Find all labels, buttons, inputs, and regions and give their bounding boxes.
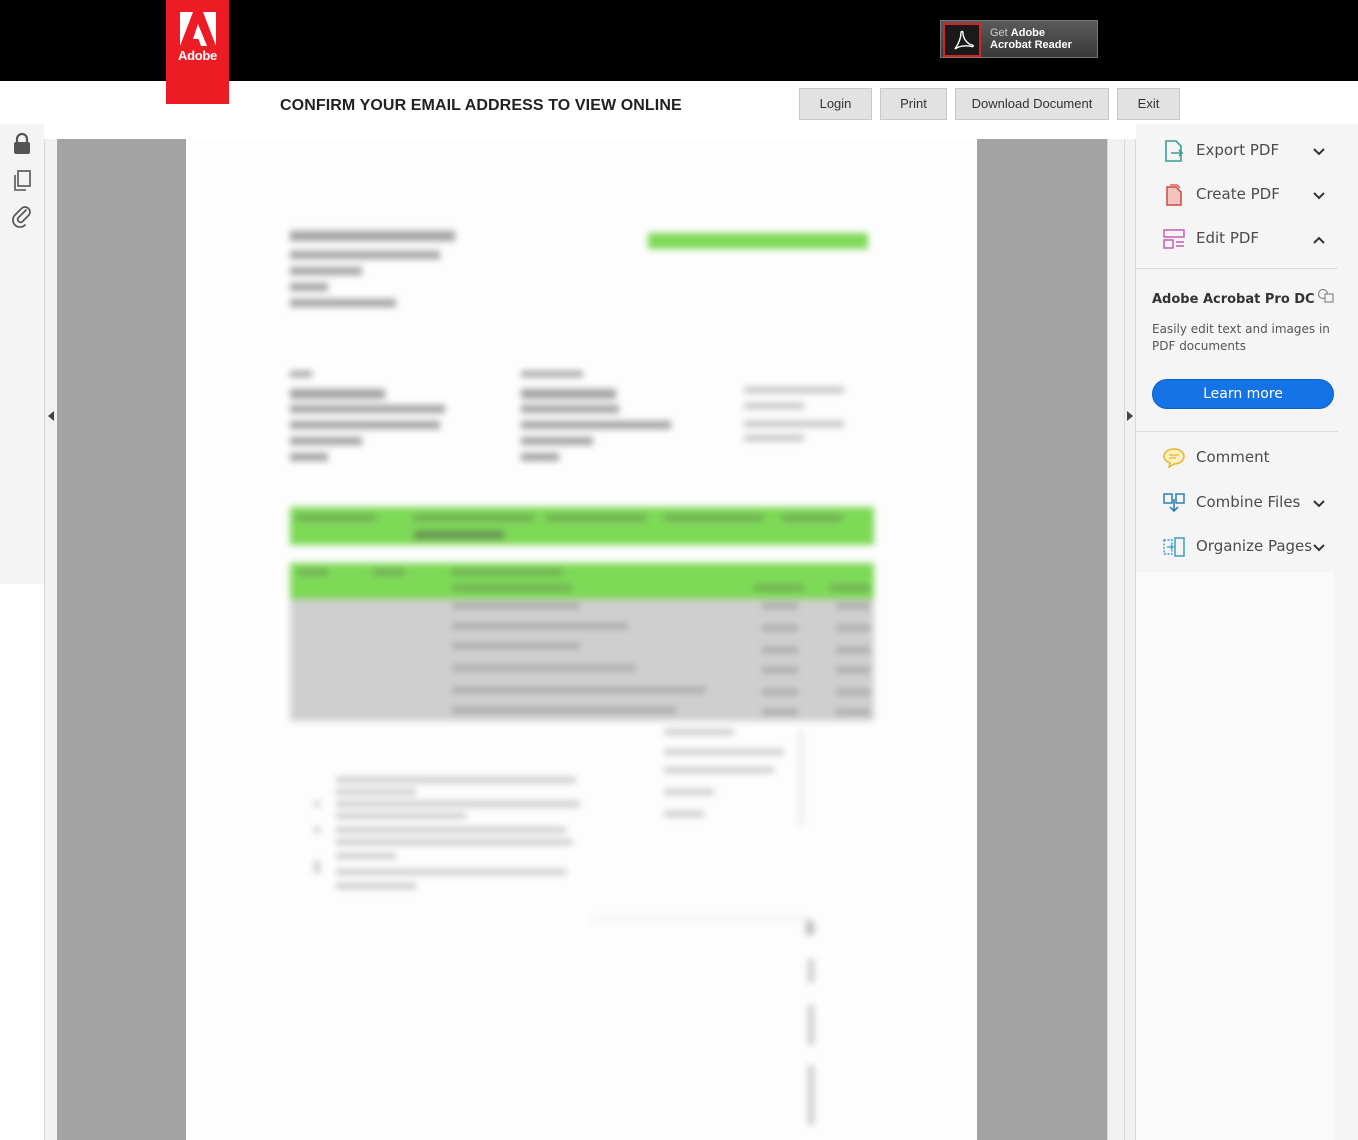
chevron-down-icon (1312, 496, 1326, 510)
comment-icon (1162, 446, 1186, 470)
get-acrobat-reader-button[interactable]: Get Adobe Acrobat Reader (940, 20, 1098, 58)
download-document-button[interactable]: Download Document (955, 88, 1109, 120)
document-page (186, 139, 977, 1140)
organize-pages-icon (1162, 535, 1186, 559)
tool-export-pdf[interactable]: Export PDF (1136, 131, 1336, 171)
tools-pane-lower (1136, 572, 1334, 1140)
tools-pane: Export PDF Create PDF Edit PDF Adobe Acr… (1136, 124, 1358, 1140)
chevron-down-icon (1312, 144, 1326, 158)
chevron-up-icon (1312, 232, 1326, 246)
chevron-down-icon (1312, 540, 1326, 554)
tool-create-pdf[interactable]: Create PDF (1136, 175, 1336, 215)
learn-more-button[interactable]: Learn more (1152, 379, 1334, 409)
left-arrow-icon (48, 411, 54, 421)
blurred-document-content (186, 139, 977, 1140)
export-pdf-icon (1162, 139, 1186, 163)
acrobat-reader-icon (943, 23, 981, 57)
promo-title: Adobe Acrobat Pro DC (1152, 292, 1315, 307)
edit-pdf-icon (1162, 227, 1186, 251)
tool-organize-pages[interactable]: Organize Pages (1136, 527, 1336, 567)
combine-files-icon (1162, 491, 1186, 515)
adobe-logo: Adobe (166, 0, 229, 104)
left-toolbar (0, 124, 44, 584)
lock-icon[interactable] (11, 132, 33, 154)
promo-dismiss-icon[interactable] (1317, 288, 1335, 304)
right-panel-toggle[interactable] (1107, 139, 1136, 1140)
copy-pages-icon[interactable] (11, 169, 33, 191)
exit-button[interactable]: Exit (1117, 88, 1180, 120)
login-button[interactable]: Login (799, 88, 872, 120)
tool-comment[interactable]: Comment (1136, 438, 1336, 478)
tool-edit-pdf[interactable]: Edit PDF (1136, 219, 1336, 259)
page-title: CONFIRM YOUR EMAIL ADDRESS TO VIEW ONLIN… (280, 97, 682, 114)
chevron-down-icon (1312, 188, 1326, 202)
promo-description: Easily edit text and images in PDF docum… (1152, 322, 1330, 353)
create-pdf-icon (1162, 183, 1186, 207)
print-button[interactable]: Print (880, 88, 947, 120)
left-panel-toggle[interactable] (44, 139, 57, 1140)
separator (1136, 431, 1338, 432)
tool-combine-files[interactable]: Combine Files (1136, 483, 1336, 523)
paperclip-icon[interactable] (11, 204, 33, 228)
get-reader-text: Get Adobe Acrobat Reader (990, 27, 1072, 51)
divider-line (1124, 139, 1125, 1140)
right-arrow-icon (1127, 411, 1133, 421)
separator (1136, 268, 1338, 269)
adobe-wordmark: Adobe (178, 48, 217, 63)
